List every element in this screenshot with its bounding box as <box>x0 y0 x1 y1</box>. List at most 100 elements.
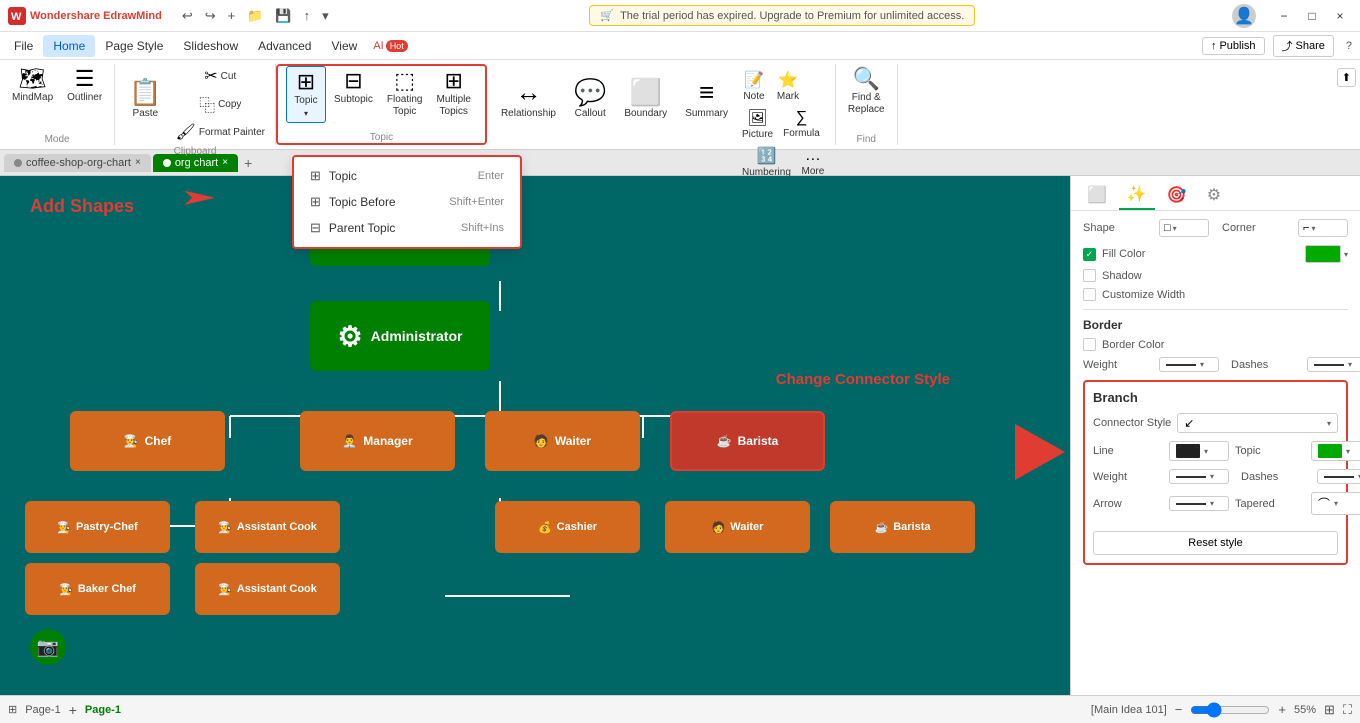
open-file-button[interactable]: 📁 <box>243 6 267 26</box>
barista2-node[interactable]: ☕ Barista <box>830 501 975 553</box>
menu-page-style[interactable]: Page Style <box>95 35 173 57</box>
camera-icon[interactable]: 📷 <box>30 629 66 665</box>
help-button[interactable]: ? <box>1342 38 1356 54</box>
maximize-button[interactable]: □ <box>1300 6 1324 26</box>
topic-color-swatch[interactable]: ▾ <box>1311 441 1360 461</box>
numbering-button[interactable]: 🔢 Numbering <box>738 144 795 180</box>
dropdown-parent-topic-item[interactable]: ⊟ Parent Topic Shift+Ins <box>294 215 520 241</box>
branch-weight-select[interactable]: ▾ <box>1169 469 1229 484</box>
baker-chef-node[interactable]: 👨‍🍳 Baker Chef <box>25 563 170 615</box>
outliner-icon: ☰ <box>75 68 95 90</box>
note-button[interactable]: 📝 Note <box>738 68 770 104</box>
dropdown-topic-item[interactable]: ⊞ Topic Enter <box>294 163 520 189</box>
panel-tab-sparkle[interactable]: ✨ <box>1119 180 1155 210</box>
more-button[interactable]: ▾ <box>318 6 333 26</box>
cashier-node[interactable]: 💰 Cashier <box>495 501 640 553</box>
arrow-select[interactable]: ▾ <box>1169 496 1229 511</box>
share-button[interactable]: ⤴ Share <box>1273 35 1334 57</box>
zoom-out-button[interactable]: − <box>1175 702 1183 717</box>
floating-topic-button[interactable]: ⬚ FloatingTopic <box>381 66 429 122</box>
zoom-in-button[interactable]: + <box>1278 702 1286 717</box>
corner-select[interactable]: ⌐ ▾ <box>1298 219 1348 237</box>
menu-view[interactable]: View <box>321 35 367 57</box>
active-page-tab[interactable]: Page-1 <box>85 704 121 716</box>
dropdown-topic-before-item[interactable]: ⊞ Topic Before Shift+Enter <box>294 189 520 215</box>
line-color-swatch[interactable]: ▾ <box>1169 441 1229 461</box>
copy-button[interactable]: ⿻ Copy <box>172 90 269 118</box>
mindmap-button[interactable]: 🗺 MindMap <box>6 64 59 108</box>
save-file-button[interactable]: 💾 <box>271 6 295 26</box>
fill-color-swatch[interactable] <box>1305 245 1341 263</box>
more-button[interactable]: … More <box>797 144 829 180</box>
admin-node[interactable]: ⚙ Administrator <box>310 301 490 371</box>
boundary-button[interactable]: ⬜ Boundary <box>616 64 675 134</box>
publish-button[interactable]: ↑ Publish <box>1202 37 1265 55</box>
assistant-cook2-node[interactable]: 👨‍🍳 Assistant Cook <box>195 563 340 615</box>
shadow-checkbox[interactable] <box>1083 269 1096 282</box>
tapered-select[interactable]: ⌒ ▾ <box>1311 492 1360 515</box>
ribbon-find-group: 🔍 Find &Replace Find <box>836 64 898 145</box>
menu-advanced[interactable]: Advanced <box>248 35 321 57</box>
fit-button[interactable]: ⊞ <box>1324 702 1335 718</box>
view-toggle[interactable]: ⊞ <box>8 703 17 716</box>
tab-org-close[interactable]: × <box>222 157 228 168</box>
barista1-node[interactable]: ☕ Barista <box>670 411 825 471</box>
menu-file[interactable]: File <box>4 35 43 57</box>
undo-button[interactable]: ↩ <box>178 6 197 26</box>
tab-coffee-shop[interactable]: coffee-shop-org-chart × <box>4 154 151 172</box>
dashes-select[interactable]: ▾ <box>1307 357 1360 372</box>
find-replace-label: Find &Replace <box>848 92 885 116</box>
tab-add-button[interactable]: + <box>240 155 256 171</box>
connector-style-select[interactable]: ↙ ▾ <box>1177 413 1338 433</box>
user-avatar[interactable]: 👤 <box>1232 4 1256 28</box>
fill-color-checkbox[interactable]: ✓ <box>1083 248 1096 261</box>
shape-select[interactable]: □ ▾ <box>1159 219 1209 237</box>
summary-button[interactable]: ≡ Summary <box>677 64 736 134</box>
waiter2-node[interactable]: 🧑 Waiter <box>665 501 810 553</box>
menu-slideshow[interactable]: Slideshow <box>173 35 248 57</box>
manager-node[interactable]: 👨‍💼 Manager <box>300 411 455 471</box>
panel-tab-settings[interactable]: ⚙ <box>1199 180 1229 210</box>
add-page-button[interactable]: + <box>69 702 77 718</box>
reset-style-button[interactable]: Reset style <box>1093 531 1338 555</box>
ribbon-collapse-button[interactable]: ⬆ <box>1337 68 1356 87</box>
menu-ai[interactable]: AI Hot <box>367 38 413 54</box>
weight-select[interactable]: ▾ <box>1159 357 1219 372</box>
redo-button[interactable]: ↪ <box>201 6 220 26</box>
minimize-button[interactable]: − <box>1272 6 1296 26</box>
outliner-button[interactable]: ☰ Outliner <box>61 64 108 108</box>
cut-button[interactable]: ✂ Cut <box>172 64 269 88</box>
waiter1-node[interactable]: 🧑 Waiter <box>485 411 640 471</box>
format-painter-button[interactable]: 🖌 Format Painter <box>172 120 269 144</box>
tab-coffee-close[interactable]: × <box>135 157 141 168</box>
formula-button[interactable]: ∑ Formula <box>779 106 824 142</box>
new-file-button[interactable]: + <box>224 6 240 26</box>
fullscreen-button[interactable]: ⛶ <box>1343 702 1352 718</box>
menu-home[interactable]: Home <box>43 35 95 57</box>
relationship-button[interactable]: ↔ Relationship <box>493 64 564 134</box>
subtopic-button[interactable]: ⊟ Subtopic <box>328 66 379 110</box>
customize-width-checkbox[interactable] <box>1083 288 1096 301</box>
panel-tab-topic[interactable]: 🎯 <box>1159 180 1195 210</box>
canvas[interactable]: Add Shapes 👨‍💼 Owne <box>0 176 1070 695</box>
find-replace-button[interactable]: 🔍 Find &Replace <box>842 64 891 120</box>
zoom-slider[interactable] <box>1190 702 1270 718</box>
multiple-topics-button[interactable]: ⊞ MultipleTopics <box>430 66 476 122</box>
export-button[interactable]: ↑ <box>300 6 315 26</box>
page-1-tab[interactable]: Page-1 <box>25 704 60 716</box>
chef-node[interactable]: 👨‍🍳 Chef <box>70 411 225 471</box>
mark-button[interactable]: ⭐ Mark <box>772 68 804 104</box>
assistant-cook1-node[interactable]: 👨‍🍳 Assistant Cook <box>195 501 340 553</box>
callout-button[interactable]: 💬 Callout <box>566 64 614 134</box>
pastry-chef-node[interactable]: 👨‍🍳 Pastry-Chef <box>25 501 170 553</box>
close-button[interactable]: × <box>1328 6 1352 26</box>
trial-banner[interactable]: 🛒 The trial period has expired. Upgrade … <box>589 5 975 26</box>
panel-tab-shape[interactable]: ⬜ <box>1079 180 1115 210</box>
branch-dashes-select[interactable]: ▾ <box>1317 469 1360 484</box>
picture-button[interactable]: 🖼 Picture <box>738 106 777 142</box>
numbering-more-row: 🔢 Numbering … More <box>738 144 829 180</box>
border-color-checkbox[interactable] <box>1083 338 1096 351</box>
paste-button[interactable]: 📋 Paste <box>121 64 169 134</box>
note-label: Note <box>743 91 764 102</box>
topic-button[interactable]: ⊞ Topic ▾ <box>286 66 326 123</box>
